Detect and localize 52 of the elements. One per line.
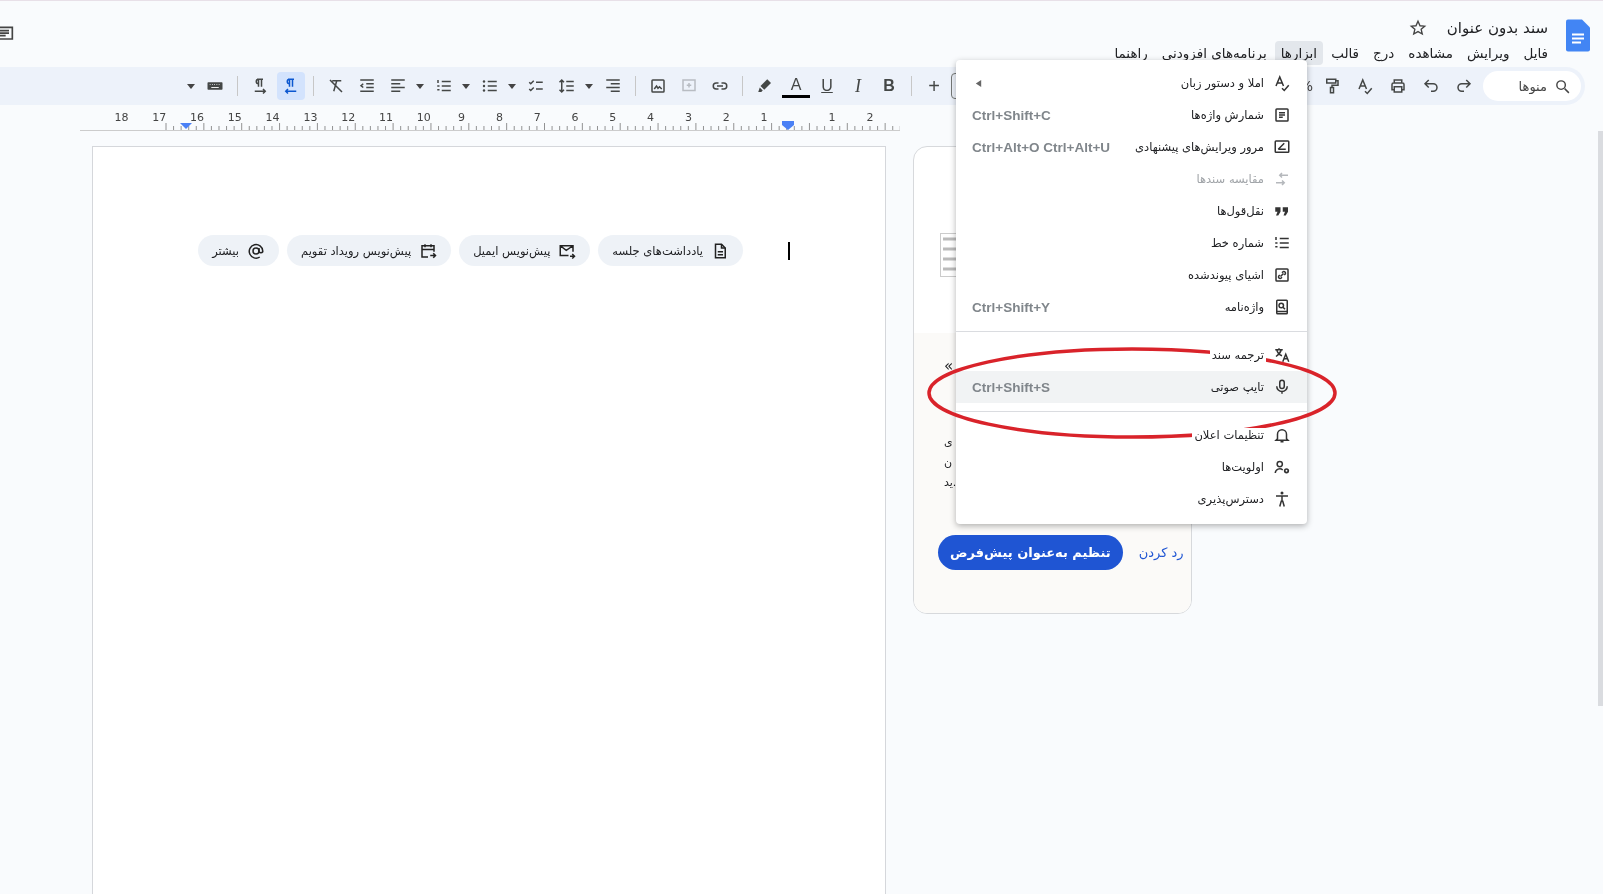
suggestion-chip[interactable]: یادداشت‌های جلسه: [598, 235, 743, 266]
suggestion-chip[interactable]: پیش‌نویس رویداد تقویم: [287, 235, 452, 266]
text-color-button[interactable]: A: [782, 74, 810, 98]
set-default-button[interactable]: تنظیم به‌عنوان پیش‌فرض: [938, 535, 1123, 570]
menu-item[interactable]: نقل‌قول‌ها: [956, 195, 1307, 227]
ruler-number: 2: [722, 111, 730, 124]
suggestion-chip[interactable]: پیش‌نویس ایمیل: [459, 235, 591, 266]
menu-item[interactable]: فایل: [1517, 41, 1554, 65]
ruler-number: 3: [684, 111, 692, 124]
menu-item[interactable]: شماره خط: [956, 227, 1307, 259]
ruler-number: 14: [265, 111, 280, 124]
menu-item[interactable]: مشاهده: [1402, 41, 1459, 65]
card-text: ی: [944, 435, 953, 451]
menu-item[interactable]: دسترس‌پذیری: [956, 483, 1307, 515]
menu-item[interactable]: درج: [1367, 41, 1401, 65]
ruler-number: 16: [190, 111, 204, 124]
ruler-number: 5: [609, 111, 617, 124]
menu-item[interactable]: ویرایش: [1461, 41, 1516, 65]
ruler-number: 1: [760, 111, 768, 124]
menu-item[interactable]: املا و دستور زبان: [956, 67, 1307, 99]
menu-item[interactable]: اولویت‌ها: [956, 451, 1307, 483]
ruler-number: 13: [303, 111, 318, 124]
search-field[interactable]: منوها: [1483, 71, 1581, 101]
suggestion-chip[interactable]: بیشتر: [198, 235, 279, 266]
ruler-number: 4: [647, 111, 655, 124]
ruler-number: 11: [379, 111, 393, 124]
bold-button[interactable]: B: [875, 72, 903, 100]
dismiss-link[interactable]: رد کردن: [1138, 545, 1184, 560]
italic-button[interactable]: I: [844, 72, 872, 100]
menu-item[interactable]: راهنما: [1108, 41, 1154, 65]
menu-item[interactable]: اشیای پیوندشده: [956, 259, 1307, 291]
card-text: «: [944, 357, 954, 375]
increase-font-button[interactable]: +: [920, 72, 948, 100]
ruler-number: 15: [227, 111, 242, 124]
ruler-number: 6: [571, 111, 579, 124]
underline-button[interactable]: U: [813, 72, 841, 100]
document-title[interactable]: سند بدون عنوان: [1446, 19, 1548, 37]
ruler-number: 9: [458, 111, 466, 124]
menu-item[interactable]: تنظیمات اعلان: [956, 419, 1307, 451]
card-text: ن: [944, 455, 953, 471]
menu-item[interactable]: ترجمه سند: [956, 339, 1307, 371]
document-page[interactable]: یادداشت‌های جلسه پیش‌نویس ایمیل پیش‌نویس رویداد تقویم بیشتر: [92, 146, 886, 894]
ruler-number: 2: [866, 111, 874, 124]
ruler-number: 1: [828, 111, 836, 124]
ruler-number: 7: [533, 111, 541, 124]
menu-item[interactable]: قالب: [1325, 41, 1366, 65]
ruler-number: 12: [341, 111, 356, 124]
ruler-number: 10: [416, 111, 431, 124]
ruler-number: 18: [114, 111, 129, 124]
ruler-number: 8: [495, 111, 503, 124]
card-text: ید.: [944, 475, 957, 491]
ruler-number: 17: [152, 111, 167, 124]
